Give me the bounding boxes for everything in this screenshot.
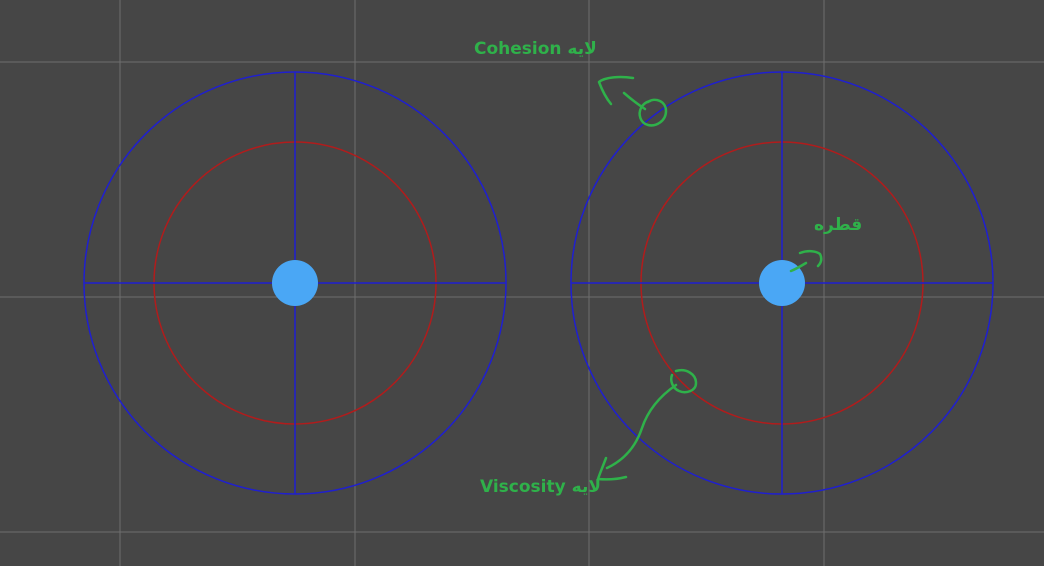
droplet-left bbox=[272, 260, 318, 306]
particle-left bbox=[83, 71, 507, 495]
viscosity-label: لایه Viscosity bbox=[480, 477, 601, 497]
droplet-label: قطره bbox=[814, 215, 862, 235]
cohesion-loop bbox=[638, 98, 668, 127]
particle-right bbox=[570, 71, 994, 495]
cohesion-arrow bbox=[597, 75, 635, 106]
cohesion-label: لایه Cohesion bbox=[474, 39, 597, 59]
viscosity-loop bbox=[670, 369, 698, 394]
viscosity-arrowhead bbox=[596, 456, 628, 481]
particle-diagram: لایه Cohesion قطره لایه Viscosity bbox=[0, 0, 1044, 566]
diagram-viewport: لایه Cohesion قطره لایه Viscosity bbox=[0, 0, 1044, 566]
viscosity-pointer bbox=[605, 383, 678, 470]
